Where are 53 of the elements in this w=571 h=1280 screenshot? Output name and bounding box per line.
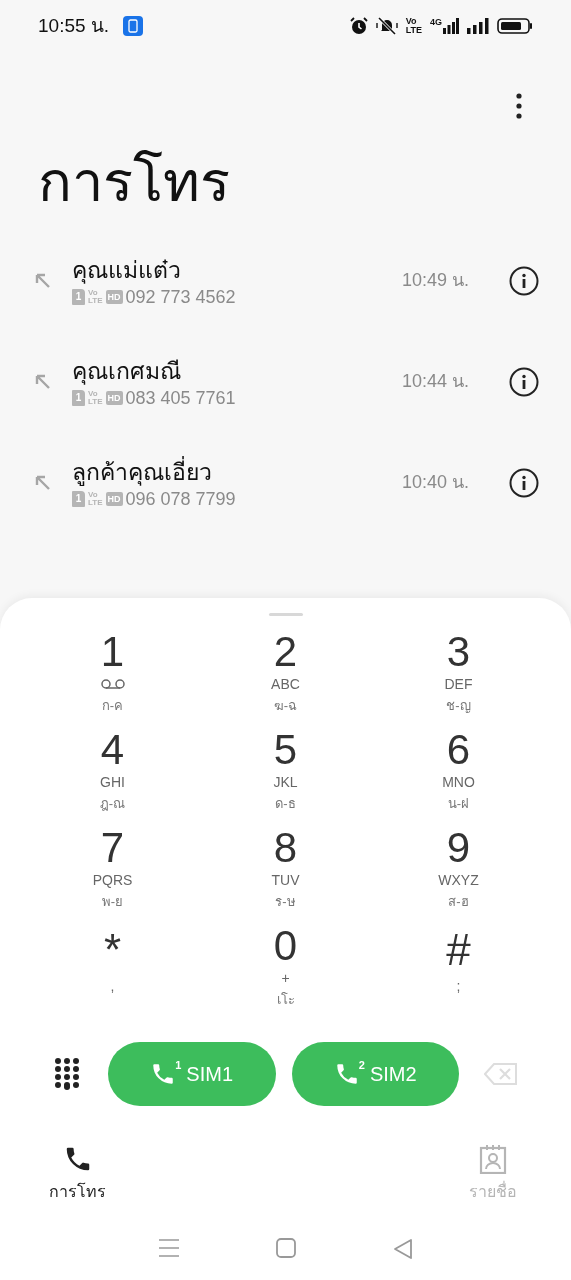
outgoing-call-icon <box>34 271 52 290</box>
sim-badge: 1 <box>72 389 85 406</box>
outgoing-call-icon <box>34 473 52 492</box>
hd-badge: HD <box>105 491 123 506</box>
outgoing-call-icon <box>34 372 52 391</box>
more-options-icon <box>516 93 522 119</box>
bottom-tab[interactable]: การโทร <box>0 1144 286 1204</box>
back-button[interactable] <box>392 1238 413 1260</box>
contact-name: คุณแม่แต๋ว <box>72 255 182 286</box>
volte-label: Vo LTE <box>88 288 103 305</box>
network-type: 4G <box>430 18 442 27</box>
dial-key[interactable]: 9 WXYZ ส-ฮ <box>372 826 545 924</box>
info-button[interactable] <box>509 366 539 397</box>
dial-key[interactable]: 4 GHI ฎ-ณ <box>26 728 199 826</box>
volte-label: Vo LTE <box>88 490 103 507</box>
dial-key[interactable]: * , <box>26 924 199 1022</box>
info-button[interactable] <box>509 467 539 498</box>
dial-key[interactable]: 3 DEF ช-ญ <box>372 630 545 728</box>
contact-name: คุณเกศมณี <box>72 356 182 387</box>
volte-label: Vo LTE <box>88 389 103 406</box>
sim-badge: 1 <box>72 288 85 305</box>
battery-icon <box>497 18 533 34</box>
volte-indicator: Vo LTE <box>405 17 422 35</box>
dial-key[interactable]: 8 TUV ร-ษ <box>199 826 372 924</box>
contact-name: ลูกค้าคุณเอี่ยว <box>72 455 213 488</box>
dial-key[interactable]: # ; <box>372 924 545 1022</box>
phone-number: 092 773 4562 <box>125 285 236 308</box>
dial-key[interactable]: 2 ABC ฆ-ฉ <box>199 630 372 728</box>
contact-card-icon <box>479 1144 508 1174</box>
hd-badge: HD <box>105 289 123 304</box>
silent-bell-icon <box>375 17 398 35</box>
call-time: 10:40 น. <box>401 471 469 494</box>
sim-badge: 1 <box>72 490 85 507</box>
hd-badge: HD <box>105 390 123 405</box>
info-button[interactable] <box>509 265 539 296</box>
alarm-icon <box>349 17 368 35</box>
home-button[interactable] <box>276 1238 297 1258</box>
call-time: 10:49 น. <box>401 269 469 292</box>
signal-icon <box>443 18 459 34</box>
dial-key[interactable]: 5 JKL ด-ธ <box>199 728 372 826</box>
dial-key[interactable]: 6 MNO น-ฝ <box>372 728 545 826</box>
clock-time: 10:55 น. <box>38 13 110 38</box>
dial-key[interactable]: 0 + เโะ <box>199 924 372 1022</box>
dial-key[interactable]: 7 PQRS พ-ย <box>26 826 199 924</box>
signal-icon <box>467 18 489 34</box>
phone-number: 083 405 7761 <box>125 386 236 409</box>
call-time: 10:44 น. <box>401 370 469 393</box>
phone-number: 096 078 7799 <box>125 487 236 510</box>
page-title: การโทร <box>38 150 230 213</box>
dial-key[interactable]: 1 ก-ค <box>26 630 199 728</box>
drag-handle[interactable] <box>268 613 303 616</box>
voicemail-icon <box>100 679 125 689</box>
app-notification-icon <box>123 16 144 36</box>
